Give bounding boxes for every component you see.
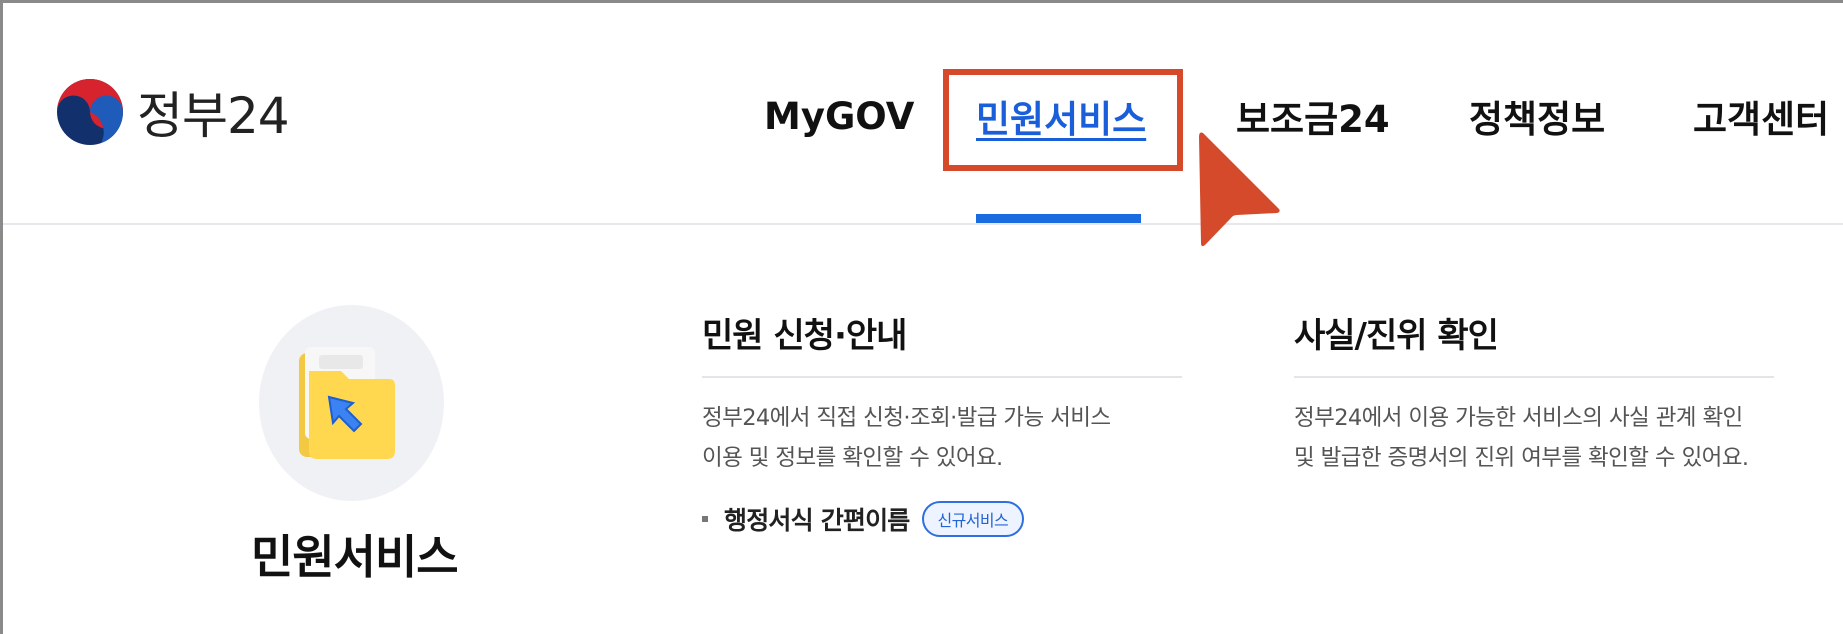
mega-menu-category-title: 민원서비스	[251, 530, 459, 584]
nav-customer-center[interactable]: 고객센터	[1693, 91, 1829, 141]
admin-form-quick-name-link[interactable]: 행정서식 간편이름 신규서비스	[702, 501, 1025, 537]
site-header: 정부24 MyGOV 민원서비스 보조금24 정책정보 고객센터	[3, 3, 1843, 225]
nav-policy-info[interactable]: 정책정보	[1469, 91, 1605, 141]
description-line: 정부24에서 이용 가능한 서비스의 사실 관계 확인	[1294, 405, 1743, 431]
civil-service-icon-circle	[259, 305, 444, 501]
section-civil-application: 민원 신청·안내 정부24에서 직접 신청·조회·발급 가능 서비스 이용 및 …	[702, 308, 1182, 478]
section-fact-verification: 사실/진위 확인 정부24에서 이용 가능한 서비스의 사실 관계 확인 및 발…	[1294, 308, 1774, 478]
site-logo-text: 정부24	[137, 87, 290, 145]
section-divider	[1294, 376, 1774, 378]
folder-cursor-icon	[299, 347, 395, 459]
active-tab-indicator	[976, 214, 1141, 223]
description-line: 이용 및 정보를 확인할 수 있어요.	[702, 445, 1003, 471]
new-service-badge: 신규서비스	[921, 501, 1025, 537]
section-title[interactable]: 민원 신청·안내	[702, 308, 1182, 358]
nav-mygov[interactable]: MyGOV	[764, 91, 914, 141]
section-title[interactable]: 사실/진위 확인	[1294, 308, 1774, 358]
quick-link-label: 행정서식 간편이름	[724, 506, 910, 535]
site-logo[interactable]: 정부24	[55, 77, 290, 147]
section-divider	[702, 376, 1182, 378]
description-line: 정부24에서 직접 신청·조회·발급 가능 서비스	[702, 405, 1111, 431]
section-description: 정부24에서 직접 신청·조회·발급 가능 서비스 이용 및 정보를 확인할 수…	[702, 398, 1182, 478]
description-line: 및 발급한 증명서의 진위 여부를 확인할 수 있어요.	[1294, 445, 1749, 471]
annotation-highlight-box	[943, 69, 1183, 171]
bullet-icon	[702, 516, 708, 522]
taegeuk-emblem-icon	[55, 77, 125, 147]
page-frame: 정부24 MyGOV 민원서비스 보조금24 정책정보 고객센터 민원서비스 민…	[0, 0, 1843, 634]
section-description: 정부24에서 이용 가능한 서비스의 사실 관계 확인 및 발급한 증명서의 진…	[1294, 398, 1774, 478]
annotation-pointer-arrow-icon	[1193, 129, 1283, 251]
